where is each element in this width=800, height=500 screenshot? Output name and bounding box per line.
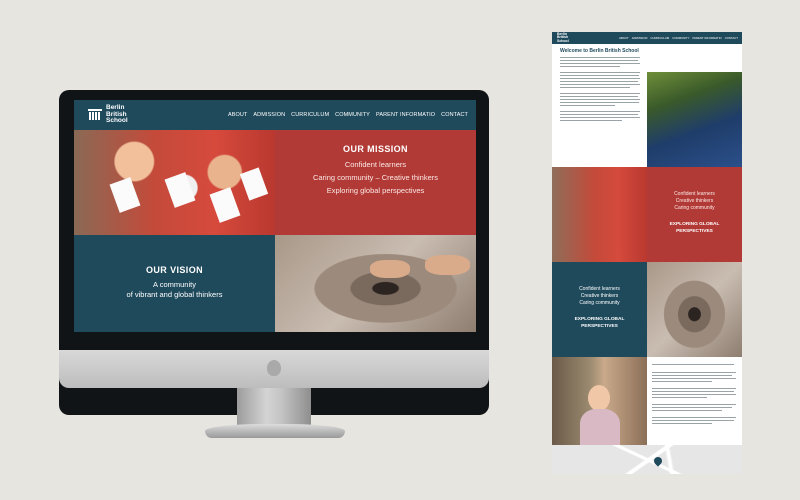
preview-nav-community[interactable]: COMMUNITY: [672, 36, 689, 40]
sports-photo: [647, 72, 742, 167]
preview-nav-about[interactable]: ABOUT: [619, 36, 629, 40]
preview-blue-heading-2: PERSPECTIVES: [581, 323, 618, 329]
apple-logo-icon: [267, 360, 281, 376]
logo-text: Berlin British School: [106, 105, 128, 125]
preview-red-line-2: Creative thinkers: [675, 198, 714, 204]
preview-red-line-1: Confident learners: [674, 191, 715, 197]
mission-panel: OUR MISSION Confident learners Caring co…: [275, 130, 476, 235]
preview-vision-panel: Confident learners Creative thinkers Car…: [552, 262, 647, 357]
mission-title: OUR MISSION: [343, 144, 408, 154]
pottery-photo: [275, 235, 476, 332]
preview-nav-admission[interactable]: ADMISSION: [632, 36, 648, 40]
preview-red-line-3: Caring community: [674, 205, 715, 211]
preview-blue-line-2: Creative thinkers: [580, 293, 619, 299]
gate-logo-icon: [88, 109, 102, 121]
preview-nav-contact[interactable]: CONTACT: [725, 36, 738, 40]
desktop-website: Berlin British School ABOUT ADMISSION CU…: [74, 100, 476, 332]
preview-mission-panel: Confident learners Creative thinkers Car…: [647, 167, 742, 262]
nav-community[interactable]: COMMUNITY: [335, 112, 370, 118]
vision-panel: OUR VISION A community of vibrant and gl…: [74, 235, 275, 332]
nav-about[interactable]: ABOUT: [228, 112, 247, 118]
site-header: Berlin British School ABOUT ADMISSION CU…: [74, 100, 476, 130]
preview-choir-photo: [552, 167, 647, 262]
imac-stand: [237, 388, 311, 428]
preview-pottery-photo: [647, 262, 742, 357]
preview-nav-curriculum[interactable]: CURRICULUM: [650, 36, 669, 40]
imac-base: [205, 424, 345, 438]
preview-nav: ABOUT ADMISSION CURRICULUM COMMUNITY PAR…: [619, 36, 738, 40]
preview-blue-line-1: Confident learners: [579, 286, 620, 292]
vision-line-2: of vibrant and global thinkers: [126, 290, 223, 299]
nav-contact[interactable]: CONTACT: [441, 112, 468, 118]
school-logo[interactable]: Berlin British School: [88, 105, 128, 125]
logo-line-3: School: [106, 117, 128, 125]
nav-admission[interactable]: ADMISSION: [253, 112, 285, 118]
full-page-preview: Berlin British School ABOUT ADMISSION CU…: [552, 32, 742, 474]
preview-logo-line-3: School: [557, 38, 569, 43]
vision-title: OUR VISION: [145, 265, 203, 275]
mission-line-1: Confident learners: [344, 160, 407, 169]
preview-blue-line-3: Caring community: [579, 300, 620, 306]
mission-line-3: Exploring global perspectives: [326, 186, 425, 195]
preview-logo[interactable]: Berlin British School: [557, 32, 569, 44]
location-map[interactable]: [552, 445, 742, 474]
choir-photo: [74, 130, 275, 235]
preview-red-heading-2: PERSPECTIVES: [676, 228, 713, 234]
nav-curriculum[interactable]: CURRICULUM: [291, 112, 329, 118]
welcome-title: Welcome to Berlin British School: [560, 48, 639, 54]
mission-line-2: Caring community – Creative thinkers: [312, 173, 439, 182]
nav-parent-information[interactable]: PARENT INFORMATIO: [376, 112, 435, 118]
preview-nav-parent-information[interactable]: PARENT INFORMATIO: [692, 36, 721, 40]
preview-header: Berlin British School ABOUT ADMISSION CU…: [552, 32, 742, 44]
main-nav: ABOUT ADMISSION CURRICULUM COMMUNITY PAR…: [228, 112, 468, 118]
child-photo: [552, 357, 647, 445]
vision-line-1: A community: [153, 280, 196, 289]
